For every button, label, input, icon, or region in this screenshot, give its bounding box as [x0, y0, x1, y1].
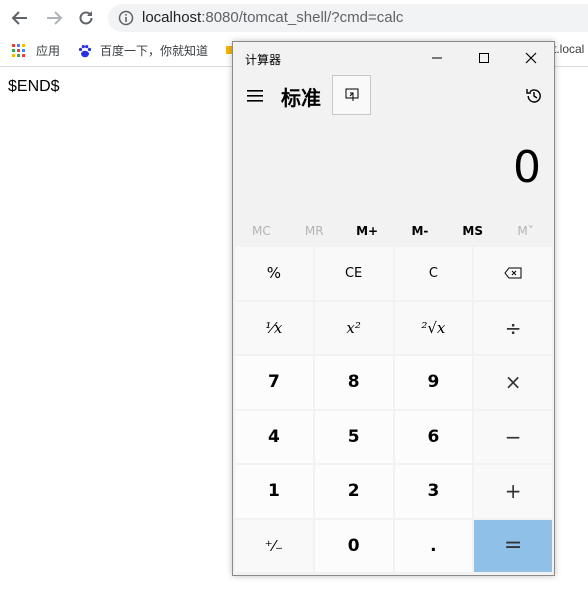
square-root-button[interactable]: ²√x — [394, 301, 473, 354]
plus-button[interactable]: + — [474, 465, 552, 518]
apps-grid-icon — [12, 43, 25, 57]
decimal-button[interactable]: . — [394, 519, 473, 572]
digit-8-button[interactable]: 8 — [314, 356, 393, 409]
multiply-button[interactable]: × — [474, 356, 552, 409]
memory-list-button[interactable]: M˅ — [499, 218, 552, 244]
baidu-paw-icon — [78, 44, 92, 57]
digit-0-button[interactable]: 0 — [314, 519, 393, 572]
close-icon — [525, 52, 537, 64]
equals-button[interactable]: = — [474, 519, 552, 572]
digit-5-button[interactable]: 5 — [314, 410, 393, 463]
reload-button[interactable] — [74, 6, 98, 30]
divide-button[interactable]: ÷ — [474, 301, 552, 354]
back-button[interactable] — [8, 6, 32, 30]
negate-button[interactable]: ⁺⁄₋ — [235, 519, 313, 572]
url-text: localhost:8080/tomcat_shell/?cmd=calc — [142, 9, 404, 26]
bookmark-apps[interactable]: 应用 — [12, 42, 60, 59]
close-button[interactable] — [508, 42, 554, 74]
backspace-icon — [504, 267, 522, 279]
minimize-button[interactable] — [414, 42, 460, 74]
keep-on-top-button[interactable] — [332, 75, 371, 115]
minimize-icon — [432, 57, 442, 59]
reciprocal-label: ¹⁄x — [265, 318, 283, 337]
memory-add-button[interactable]: M+ — [341, 218, 394, 244]
reload-icon — [79, 11, 93, 25]
memory-subtract-button[interactable]: M- — [393, 218, 446, 244]
bookmark-label: t.local — [553, 42, 585, 56]
bookmark-baidu[interactable]: 百度一下，你就知道 — [78, 42, 208, 59]
percent-button[interactable]: % — [235, 247, 313, 300]
maximize-icon — [479, 53, 489, 63]
back-arrow-icon — [11, 11, 27, 25]
keypad: % CE C ¹⁄x x² ²√x ÷ 7 8 9 × 4 5 6 − 1 2 … — [235, 247, 552, 572]
digit-2-button[interactable]: 2 — [314, 465, 393, 518]
info-icon[interactable] — [118, 10, 134, 26]
page-body-text: $END$ — [8, 78, 60, 95]
square-label: x² — [346, 318, 361, 337]
hamburger-icon — [247, 90, 263, 102]
mode-title: 标准 — [281, 86, 321, 110]
clear-button[interactable]: C — [394, 247, 473, 300]
calculator-titlebar[interactable]: 计算器 — [233, 42, 554, 74]
keep-on-top-icon — [345, 88, 358, 101]
backspace-button[interactable] — [474, 247, 552, 300]
browser-toolbar: localhost:8080/tomcat_shell/?cmd=calc — [0, 0, 588, 36]
memory-clear-button[interactable]: MC — [235, 218, 288, 244]
history-button[interactable] — [520, 82, 548, 110]
address-bar[interactable]: localhost:8080/tomcat_shell/?cmd=calc — [108, 4, 588, 32]
calculator-window: 计算器 标准 0 MC MR M+ M- MS M˅ % CE C ¹⁄x x²… — [232, 41, 555, 576]
digit-1-button[interactable]: 1 — [235, 465, 313, 518]
minus-button[interactable]: − — [474, 410, 552, 463]
display-value: 0 — [513, 142, 541, 193]
history-icon — [526, 89, 541, 103]
reciprocal-button[interactable]: ¹⁄x — [235, 301, 313, 354]
digit-9-button[interactable]: 9 — [394, 356, 473, 409]
digit-7-button[interactable]: 7 — [235, 356, 313, 409]
memory-row: MC MR M+ M- MS M˅ — [235, 218, 552, 244]
window-title: 计算器 — [245, 53, 282, 67]
digit-4-button[interactable]: 4 — [235, 410, 313, 463]
memory-recall-button[interactable]: MR — [288, 218, 341, 244]
bookmark-label: 应用 — [36, 44, 61, 58]
bookmark-label: 百度一下，你就知道 — [100, 44, 209, 58]
sqrt-label: ²√x — [421, 318, 446, 337]
digit-3-button[interactable]: 3 — [394, 465, 473, 518]
memory-store-button[interactable]: MS — [446, 218, 499, 244]
digit-6-button[interactable]: 6 — [394, 410, 473, 463]
calculator-header: 标准 — [233, 74, 554, 118]
clear-entry-button[interactable]: CE — [314, 247, 393, 300]
bookmark-local[interactable]: t.local — [553, 42, 584, 56]
forward-arrow-icon — [47, 11, 63, 25]
maximize-button[interactable] — [461, 42, 507, 74]
menu-button[interactable] — [241, 82, 269, 110]
square-button[interactable]: x² — [314, 301, 393, 354]
forward-button[interactable] — [42, 6, 66, 30]
